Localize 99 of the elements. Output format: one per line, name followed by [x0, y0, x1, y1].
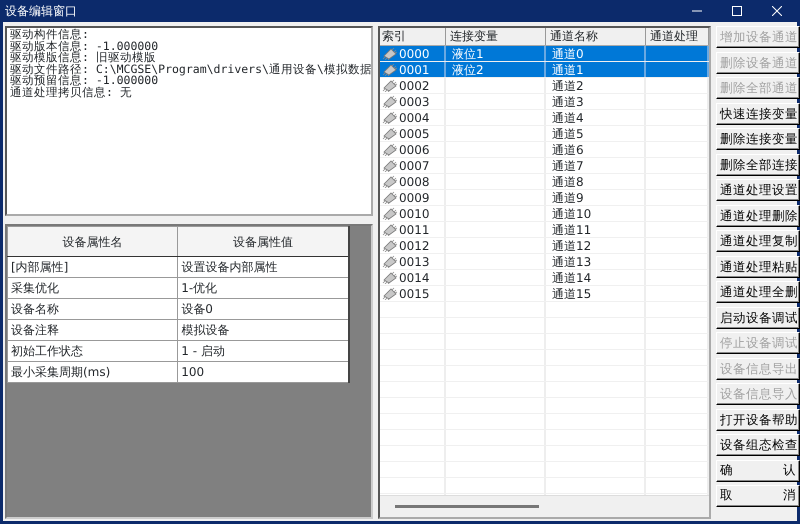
table-row[interactable]: 0006 通道6 [380, 142, 709, 158]
chip-icon [382, 239, 398, 252]
table-cell: 最小采集周期(ms) [8, 362, 178, 382]
table-row[interactable]: 0005 通道5 [380, 126, 709, 142]
table-cell: 0007 [399, 158, 430, 174]
table-cell: 0013 [399, 254, 430, 270]
info-line: 驱动预留信息: -1.000000 [10, 75, 158, 86]
table-row[interactable]: 0004 通道4 [380, 110, 709, 126]
action-button[interactable]: 确 认 [716, 460, 800, 482]
maximize-icon [732, 6, 742, 16]
table-cell: 0011 [399, 222, 430, 238]
table-cell: 通道4 [546, 110, 646, 125]
action-button[interactable]: 打开设备帮助 [716, 408, 800, 430]
chip-icon [382, 111, 398, 124]
column-header[interactable]: 索引 [380, 28, 446, 45]
action-button[interactable]: 取 消 [716, 485, 800, 507]
table-cell: 初始工作状态 [8, 340, 178, 362]
table-cell: 0005 [399, 126, 430, 142]
table-cell: 0003 [399, 94, 430, 110]
info-line: 驱动模版信息: 旧驱动模版 [10, 52, 156, 64]
table-cell: 通道8 [546, 174, 646, 189]
chip-icon [382, 127, 398, 140]
column-header[interactable]: 通道名称 [546, 28, 646, 45]
action-button[interactable]: 删除全部连接 [716, 154, 800, 176]
action-button[interactable]: 通道处理复制 [716, 230, 800, 252]
table-cell: 通道15 [546, 286, 646, 301]
table-cell: [内部属性] [8, 256, 178, 278]
table-cell: 0004 [399, 110, 430, 126]
chip-icon [382, 79, 398, 92]
table-cell: 0000 [399, 46, 430, 62]
table-cell: 通道14 [546, 270, 646, 285]
table-row[interactable]: 0009 通道9 [380, 190, 709, 206]
table-cell: 通道2 [546, 78, 646, 93]
column-header[interactable]: 连接变量 [446, 28, 546, 45]
scrollbar-thumb[interactable] [395, 504, 539, 508]
window-title: 设备编辑窗口 [4, 3, 77, 20]
table-row[interactable]: 0007 通道7 [380, 158, 709, 174]
channel-grid[interactable]: 索引 连接变量 通道名称 通道处理 0000 液位1 通道0 0001 液位2 通道1 0002 通道2 0003 通道3 0004 通道4 0005 通道5 0006 通道6 0007 通道7 0008 通道8 0009 通道9 0010 通道10 0011 通道11 0012 通道12 0013 通道13 0014 通道14 0015 通道15 [378, 26, 711, 519]
table-row[interactable]: 0013 通道13 [380, 254, 709, 270]
table-cell: 通道11 [546, 222, 646, 237]
action-button[interactable]: 通道处理删除 [716, 204, 800, 226]
table-row[interactable]: 0010 通道10 [380, 206, 709, 222]
chip-icon [382, 271, 398, 284]
column-header[interactable]: 通道处理 [646, 28, 709, 45]
action-button[interactable]: 快速连接变量 [716, 102, 800, 124]
chip-icon [382, 159, 398, 172]
action-button[interactable]: 通道处理全删 [716, 281, 800, 303]
action-button[interactable]: 启动设备调试 [716, 306, 800, 328]
column-header: 设备属性值 [178, 226, 349, 256]
action-button[interactable]: 设备组态检查 [716, 434, 800, 456]
table-cell: 0015 [399, 286, 430, 302]
table-cell: 0014 [399, 270, 430, 286]
chip-icon [382, 223, 398, 236]
table-cell: 通道6 [546, 142, 646, 157]
table-cell: 通道13 [546, 254, 646, 269]
table-row[interactable]: 0000 液位1 通道0 [380, 46, 709, 62]
info-line: 驱动构件信息: [10, 29, 90, 40]
info-line: 通道处理拷贝信息: 无 [10, 86, 133, 98]
chip-icon [382, 63, 398, 76]
table-cell: 通道9 [546, 190, 646, 205]
table-cell: 0002 [399, 78, 430, 94]
chip-icon [382, 143, 398, 156]
column-header: 设备属性名 [8, 226, 178, 256]
table-cell: 0009 [399, 190, 430, 206]
chip-icon [382, 255, 398, 268]
chip-icon [382, 287, 398, 300]
chip-icon [382, 47, 398, 60]
table-cell: 通道1 [546, 62, 646, 77]
table-cell: 液位2 [446, 62, 546, 77]
table-cell: 通道7 [546, 158, 646, 173]
info-line: 驱动版本信息: -1.000000 [10, 40, 160, 52]
action-button[interactable]: 通道处理设置 [716, 179, 800, 201]
table-cell: 采集优化 [8, 278, 178, 298]
table-row[interactable]: 0001 液位2 通道1 [380, 62, 709, 78]
table-cell: 设备注释 [8, 320, 178, 340]
chip-icon [382, 175, 398, 188]
table-cell: 0008 [399, 174, 430, 190]
table-row[interactable]: 0014 通道14 [380, 270, 709, 286]
table-cell: 通道5 [546, 126, 646, 141]
chip-icon [382, 95, 398, 108]
table-row[interactable]: 0011 通道11 [380, 222, 709, 238]
chip-icon [382, 207, 398, 220]
table-cell: 通道3 [546, 94, 646, 109]
table-cell: 0006 [399, 142, 430, 158]
table-cell: 设备名称 [8, 298, 178, 320]
table-cell: 0010 [399, 206, 430, 222]
table-cell: 通道12 [546, 238, 646, 253]
table-row[interactable]: 0015 通道15 [380, 286, 709, 302]
table-cell: 0012 [399, 238, 430, 254]
table-row[interactable]: 0003 通道3 [380, 94, 709, 110]
action-button[interactable]: 通道处理粘贴 [716, 256, 800, 278]
table-cell: 0001 [399, 62, 430, 78]
table-row[interactable]: 0008 通道8 [380, 174, 709, 190]
table-row[interactable]: 0002 通道2 [380, 78, 709, 94]
table-cell: 通道10 [546, 206, 646, 221]
chip-icon [382, 191, 398, 204]
close-icon [772, 6, 782, 16]
action-button[interactable]: 删除连接变量 [716, 128, 800, 150]
table-row[interactable]: 0012 通道12 [380, 238, 709, 254]
